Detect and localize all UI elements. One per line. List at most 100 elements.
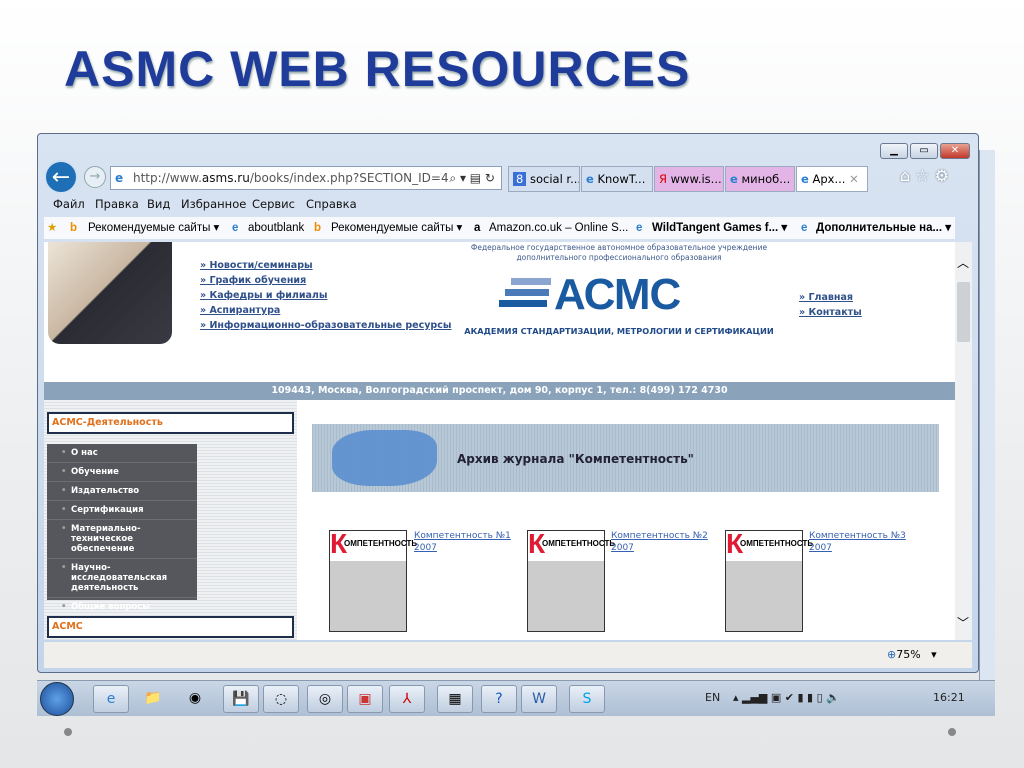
address-strip: 109443, Москва, Волгоградский проспект, … xyxy=(44,382,955,400)
menu-help[interactable]: Справка xyxy=(306,197,357,211)
issue-title: Компетентность №3 xyxy=(809,531,906,541)
left-column: АСМС-Деятельность О нас Обучение Издател… xyxy=(44,400,297,640)
address-bar[interactable]: e http://www.asms.ru/books/index.php?SECT… xyxy=(110,166,502,190)
start-button[interactable] xyxy=(40,682,74,716)
back-button[interactable]: ← xyxy=(44,160,78,194)
taskbar-explorer-icon[interactable]: 📁 xyxy=(135,685,171,713)
taskbar-pdf-icon[interactable]: ⅄ xyxy=(389,685,425,713)
close-window-button[interactable]: ✕ xyxy=(940,143,970,159)
taskbar-skype-icon[interactable]: S xyxy=(569,685,605,713)
language-indicator[interactable]: EN xyxy=(705,691,720,704)
tray-icons[interactable]: ▴ ▂▄▆ ▣ ✔ ▮ ▮ ▯ 🔈 xyxy=(733,691,840,704)
fav-item[interactable]: Amazon.co.uk – Online S... xyxy=(489,217,628,239)
menu-item-certification[interactable]: Сертификация xyxy=(47,501,197,520)
issue-cover-2[interactable]: К ОМПЕТЕНТНОСТЬ xyxy=(527,530,615,632)
taskbar-media-icon[interactable]: ◉ xyxy=(177,685,213,713)
issue-cover-1[interactable]: К ОМПЕТЕНТНОСТЬ xyxy=(329,530,417,632)
nav-link-resources[interactable]: » Информационно-образовательные ресурсы xyxy=(200,320,451,331)
slide-dot xyxy=(948,728,956,736)
nav-link-home[interactable]: » Главная xyxy=(799,292,853,303)
search-refresh-icons[interactable]: ⌕ ▾ ▤ ↻ xyxy=(449,167,495,189)
taskbar-office-icon[interactable]: ▣ xyxy=(347,685,383,713)
google-icon: 8 xyxy=(513,172,527,186)
menu-view[interactable]: Вид xyxy=(147,197,170,211)
taskbar-help-icon[interactable]: ? xyxy=(481,685,517,713)
academy-name: АКАДЕМИЯ СТАНДАРТИЗАЦИИ, МЕТРОЛОГИИ И СЕ… xyxy=(464,326,774,336)
russia-map-icon xyxy=(332,430,437,486)
background-window-edge xyxy=(979,150,995,710)
taskbar-ie[interactable]: e xyxy=(93,685,129,713)
scroll-up-icon[interactable]: ︿ xyxy=(957,254,969,271)
issue-link-1[interactable]: Компетентность №1 2007 xyxy=(414,530,511,554)
menu-favorites[interactable]: Избранное xyxy=(181,197,246,211)
tab-social[interactable]: 8 social r... xyxy=(508,166,580,192)
fav-item[interactable]: Дополнительные на... ▾ xyxy=(816,217,951,239)
menu-item-education[interactable]: Обучение xyxy=(47,463,197,482)
menu-edit[interactable]: Правка xyxy=(95,197,139,211)
ie-icon: e xyxy=(801,172,809,186)
fav-item[interactable]: WildTangent Games f... ▾ xyxy=(652,217,787,239)
zoom-value: 75% xyxy=(896,648,921,661)
issue-cover-3[interactable]: К ОМПЕТЕНТНОСТЬ xyxy=(725,530,813,632)
scroll-down-icon[interactable]: ﹀ xyxy=(957,614,969,631)
org-line1: Федеральное государственное автономное о… xyxy=(470,243,768,252)
menu-item-research[interactable]: Научно-исследовательская деятельность xyxy=(47,559,197,598)
archive-banner: Архив журнала "Компетентность" xyxy=(312,424,939,492)
home-star-gear-icons[interactable]: ⌂ ☆ ⚙ xyxy=(900,166,949,185)
fav-item[interactable]: Рекомендуемые сайты ▾ xyxy=(88,217,219,239)
issue-year: 2007 xyxy=(611,543,634,553)
menu-item-equipment[interactable]: Материально-техническое обеспечение xyxy=(47,520,197,559)
maximize-button[interactable]: ▭ xyxy=(910,143,938,159)
menu-item-about[interactable]: О нас xyxy=(47,444,197,463)
nav-link-contacts[interactable]: » Контакты xyxy=(799,307,862,318)
menu-item-publishing[interactable]: Издательство xyxy=(47,482,197,501)
tab-archive-active[interactable]: e Арх... ✕ xyxy=(796,166,868,192)
tab-label: Арх... xyxy=(812,172,846,186)
activity-menu: О нас Обучение Издательство Сертификация… xyxy=(47,444,197,617)
nav-link-news[interactable]: » Новости/семинары xyxy=(200,260,313,271)
asmc-logo[interactable]: АСМС xyxy=(554,270,681,320)
taskbar-app-icon[interactable]: ◌ xyxy=(263,685,299,713)
slide-dot xyxy=(64,728,72,736)
tab-knowt[interactable]: e KnowT... xyxy=(581,166,653,192)
logo-stripes-icon xyxy=(499,278,551,307)
zoom-level[interactable]: ⊕75% ▾ xyxy=(887,648,937,661)
taskbar-network-icon[interactable]: ▦ xyxy=(437,685,473,713)
close-tab-icon[interactable]: ✕ xyxy=(849,172,859,186)
tab-label: миноб... xyxy=(741,172,791,186)
nav-link-departments[interactable]: » Кафедры и филиалы xyxy=(200,290,327,301)
status-bar: ⊕75% ▾ xyxy=(44,642,972,668)
menu-item-general[interactable]: Общие вопросы xyxy=(47,598,197,617)
taskbar-word-icon[interactable]: W xyxy=(521,685,557,713)
issue-year: 2007 xyxy=(414,543,437,553)
minimize-button[interactable]: ▁ xyxy=(880,143,908,159)
scroll-thumb[interactable] xyxy=(957,282,970,342)
amazon-icon: a xyxy=(474,222,481,234)
ie-icon: e xyxy=(730,172,738,186)
vertical-scrollbar[interactable]: ︿ ﹀ xyxy=(955,242,972,640)
tab-minob[interactable]: e миноб... xyxy=(725,166,795,192)
org-line2: дополнительного профессионального образо… xyxy=(516,253,722,262)
nav-link-schedule[interactable]: » График обучения xyxy=(200,275,306,286)
clock[interactable]: 16:21 xyxy=(933,691,965,704)
bing-icon: b xyxy=(70,222,78,234)
forward-button[interactable]: → xyxy=(84,166,106,188)
issue-link-2[interactable]: Компетентность №2 2007 xyxy=(611,530,708,554)
slide-title: ASMC WEB RESOURCES xyxy=(64,41,691,97)
ie-icon: e xyxy=(115,171,124,185)
tab-www-is[interactable]: Я www.is... xyxy=(654,166,724,192)
menu-tools[interactable]: Сервис xyxy=(252,197,295,211)
menu-file[interactable]: Файл xyxy=(53,197,85,211)
org-description: Федеральное государственное автономное о… xyxy=(444,243,794,263)
fav-item[interactable]: Рекомендуемые сайты ▾ xyxy=(331,217,462,239)
issue-link-3[interactable]: Компетентность №3 2007 xyxy=(809,530,906,554)
cover-title: ОМПЕТЕНТНОСТЬ xyxy=(344,539,418,548)
taskbar-save-icon[interactable]: 💾 xyxy=(223,685,259,713)
nav-link-postgrad[interactable]: » Аспирантура xyxy=(200,305,280,316)
fav-item[interactable]: aboutblank xyxy=(248,217,304,239)
section-header-asmc: АСМС xyxy=(47,616,294,638)
ie-icon: e xyxy=(232,222,239,234)
favorites-star-icon[interactable]: ★ xyxy=(47,217,57,239)
taskbar-browser-icon[interactable]: ◎ xyxy=(307,685,343,713)
cover-title: ОМПЕТЕНТНОСТЬ xyxy=(740,539,814,548)
